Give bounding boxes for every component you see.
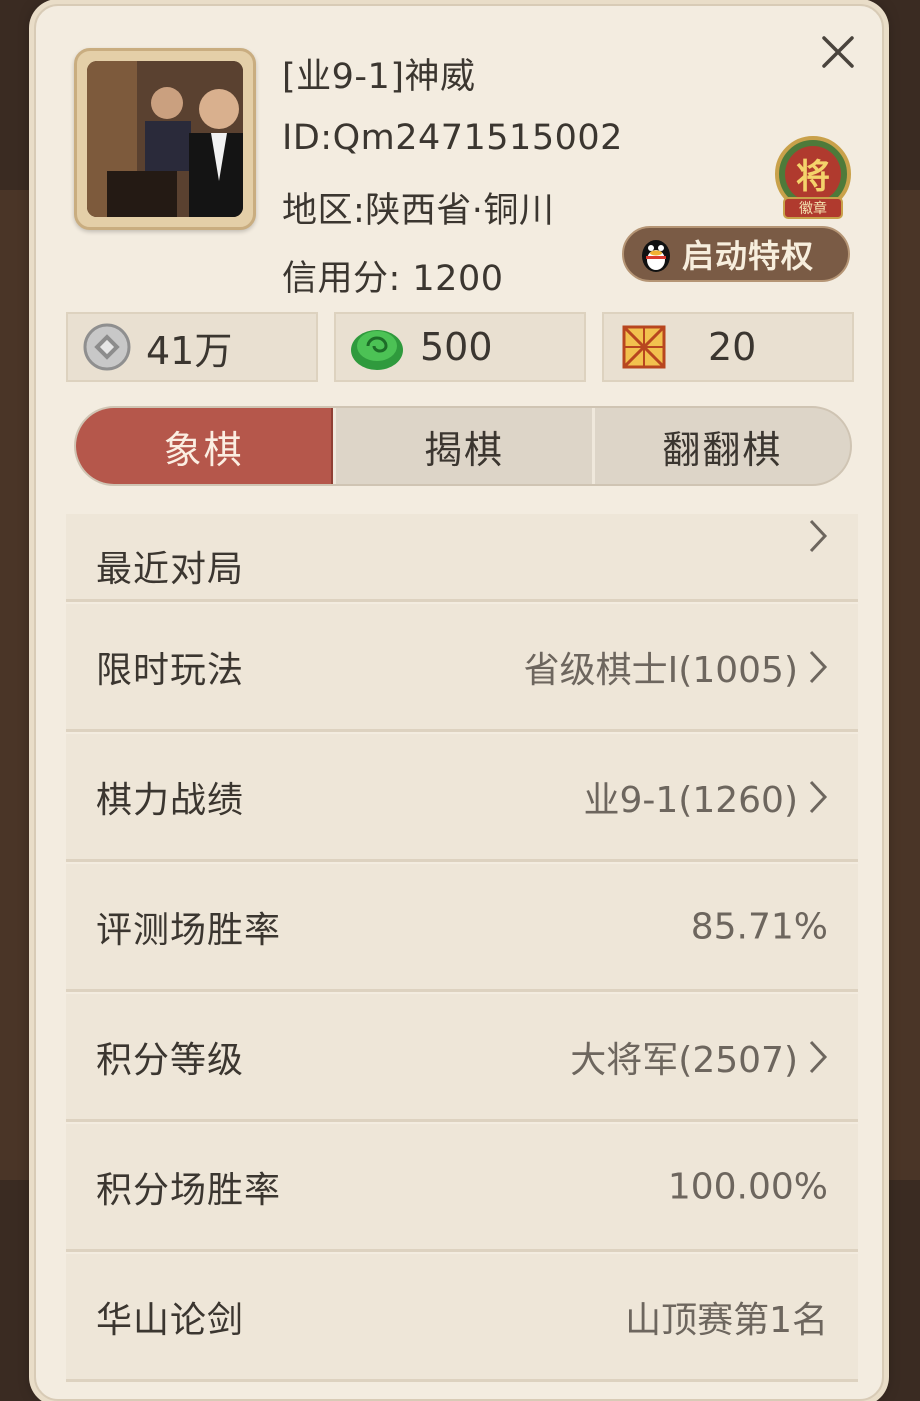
row-value: 省级棋士I(1005) bbox=[523, 649, 798, 691]
row-points-winrate: 积分场胜率 100.00% bbox=[66, 1124, 858, 1252]
row-value-wrap: 85.71% bbox=[691, 906, 828, 947]
silver-coin-display[interactable]: 41万 bbox=[66, 312, 318, 382]
row-chess-rating[interactable]: 棋力战绩 业9-1(1260) bbox=[66, 734, 858, 862]
row-label: 积分等级 bbox=[96, 1039, 245, 1081]
tab-jieqi[interactable]: 揭棋 bbox=[333, 408, 591, 484]
general-badge-icon[interactable]: 将 徽章 bbox=[768, 132, 858, 222]
badge-char: 将 bbox=[796, 157, 830, 197]
row-value: 85.71% bbox=[690, 906, 828, 947]
chessboard-icon bbox=[622, 325, 666, 369]
avatar[interactable] bbox=[74, 48, 256, 230]
chessboard-value: 20 bbox=[708, 325, 757, 369]
player-id: ID:Qm2471515002 bbox=[282, 118, 623, 158]
row-value: 业9-1(1260) bbox=[583, 779, 798, 821]
row-label: 限时玩法 bbox=[96, 649, 245, 691]
background-right bbox=[880, 190, 920, 1180]
row-recent-games[interactable]: 最近对局 bbox=[66, 514, 858, 602]
avatar-photo bbox=[87, 61, 243, 217]
row-evaluation-winrate: 评测场胜率 85.71% bbox=[66, 864, 858, 992]
row-value-wrap: 业9-1(1260) bbox=[583, 771, 828, 823]
row-label: 棋力战绩 bbox=[96, 779, 245, 821]
row-label: 华山论剑 bbox=[96, 1299, 245, 1341]
chevron-right-icon bbox=[809, 519, 828, 553]
player-name: [业9-1]神威 bbox=[282, 57, 476, 97]
profile-panel: [业9-1]神威 ID:Qm2471515002 地区:陕西省·铜川 信用分: … bbox=[34, 4, 884, 1401]
tab-xiangqi[interactable]: 象棋 bbox=[76, 408, 334, 484]
row-label: 评测场胜率 bbox=[96, 909, 282, 951]
chevron-right-icon bbox=[809, 780, 828, 813]
player-region: 地区:陕西省·铜川 bbox=[282, 191, 555, 231]
game-tabs: 象棋 揭棋 翻翻棋 bbox=[74, 406, 852, 486]
badge-label: 徽章 bbox=[799, 200, 827, 217]
jade-icon bbox=[351, 330, 403, 370]
silver-coin-value: 41万 bbox=[146, 328, 233, 373]
row-value-wrap: 山顶赛第1名 bbox=[625, 1291, 828, 1343]
chevron-right-icon bbox=[809, 650, 828, 683]
row-points-level[interactable]: 积分等级 大将军(2507) bbox=[66, 994, 858, 1122]
row-value-wrap bbox=[798, 518, 828, 554]
jade-value: 500 bbox=[420, 325, 493, 369]
row-value-wrap: 省级棋士I(1005) bbox=[524, 641, 828, 693]
row-value: 100.00% bbox=[667, 1166, 828, 1207]
start-privilege-button[interactable]: 启动特权 bbox=[622, 226, 850, 282]
chevron-right-icon bbox=[809, 1040, 828, 1073]
row-label: 最近对局 bbox=[96, 549, 245, 590]
chessboard-display[interactable]: 20 bbox=[602, 312, 854, 382]
row-huashan: 华山论剑 山顶赛第1名 bbox=[66, 1254, 858, 1382]
tab-fanfanqi[interactable]: 翻翻棋 bbox=[591, 408, 850, 484]
row-value: 大将军(2507) bbox=[570, 1039, 798, 1081]
close-icon[interactable] bbox=[818, 32, 858, 72]
row-value-wrap: 大将军(2507) bbox=[570, 1031, 828, 1083]
jade-display[interactable]: 500 bbox=[334, 312, 586, 382]
silver-coin-icon bbox=[83, 323, 131, 371]
stats-list: 最近对局 限时玩法 省级棋士I(1005) 棋力战绩 业9-1(1260) 评测… bbox=[66, 514, 858, 1394]
privilege-label: 启动特权 bbox=[682, 237, 815, 275]
row-timed-mode[interactable]: 限时玩法 省级棋士I(1005) bbox=[66, 604, 858, 732]
row-label: 积分场胜率 bbox=[96, 1169, 282, 1211]
row-value: 山顶赛第1名 bbox=[625, 1299, 828, 1341]
row-value-wrap: 100.00% bbox=[668, 1166, 828, 1207]
qq-penguin-icon bbox=[642, 240, 670, 272]
credit-score: 信用分: 1200 bbox=[282, 259, 504, 299]
